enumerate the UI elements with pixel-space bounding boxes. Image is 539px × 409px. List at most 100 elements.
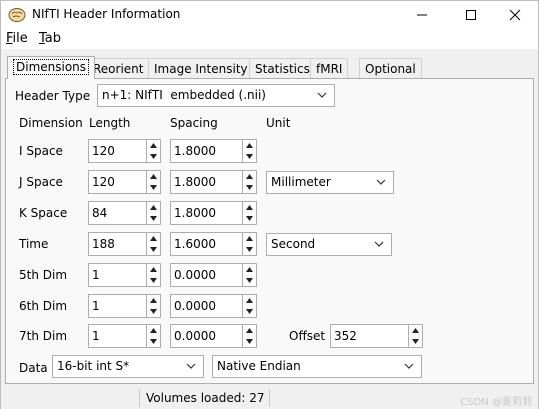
menu-tab[interactable]: Tab [39, 31, 61, 46]
length-spinbox[interactable]: 1 [88, 263, 161, 287]
close-button[interactable] [492, 1, 538, 29]
length-spin-buttons[interactable] [146, 294, 161, 318]
spin-down-icon[interactable] [147, 151, 160, 162]
spin-down-icon[interactable] [243, 182, 256, 193]
spin-down-icon[interactable] [243, 151, 256, 162]
spacing-field[interactable]: 1.6000 [170, 232, 243, 256]
spin-up-icon[interactable] [243, 325, 256, 336]
spacing-spinbox[interactable]: 0.0000 [170, 294, 257, 318]
spin-up-icon[interactable] [147, 171, 160, 182]
status-divider [139, 389, 140, 407]
spin-down-icon[interactable] [147, 336, 160, 347]
spacing-field[interactable]: 0.0000 [170, 294, 243, 318]
spin-down-icon[interactable] [243, 275, 256, 286]
length-column-header: Length [89, 116, 131, 130]
dimension-row-label: 7th Dim [19, 329, 68, 343]
offset-spinbox[interactable]: 352 [330, 324, 423, 348]
title-bar: NIfTI Header Information [1, 1, 538, 29]
spacing-spinbox[interactable]: 1.8000 [170, 139, 257, 163]
data-type-select[interactable]: 16-bit int S* [52, 355, 204, 378]
length-field[interactable]: 84 [88, 201, 147, 225]
spacing-field[interactable]: 0.0000 [170, 324, 243, 348]
length-field[interactable]: 188 [88, 232, 147, 256]
tab-fmri[interactable]: fMRI [310, 58, 349, 79]
length-spin-buttons[interactable] [146, 170, 161, 194]
spacing-spin-buttons[interactable] [242, 324, 257, 348]
length-spin-buttons[interactable] [146, 263, 161, 287]
length-spin-buttons[interactable] [146, 201, 161, 225]
spacing-spin-buttons[interactable] [242, 294, 257, 318]
spin-up-icon[interactable] [243, 295, 256, 306]
unit-select[interactable]: Millimeter [266, 171, 394, 194]
spacing-spinbox[interactable]: 0.0000 [170, 263, 257, 287]
tab-reorient[interactable]: Reorient [87, 58, 150, 79]
spin-up-icon[interactable] [147, 325, 160, 336]
spin-down-icon[interactable] [243, 306, 256, 317]
spin-up-icon[interactable] [147, 140, 160, 151]
spacing-spin-buttons[interactable] [242, 170, 257, 194]
length-spinbox[interactable]: 120 [88, 170, 161, 194]
length-field[interactable]: 120 [88, 139, 147, 163]
spin-up-icon[interactable] [243, 233, 256, 244]
tab-optional[interactable]: Optional [359, 58, 422, 79]
spacing-spin-buttons[interactable] [242, 232, 257, 256]
spin-up-icon[interactable] [243, 171, 256, 182]
spacing-field[interactable]: 0.0000 [170, 263, 243, 287]
spacing-field[interactable]: 1.8000 [170, 201, 243, 225]
spacing-spinbox[interactable]: 0.0000 [170, 324, 257, 348]
length-spinbox[interactable]: 188 [88, 232, 161, 256]
menu-file[interactable]: File [6, 31, 28, 46]
length-spinbox[interactable]: 84 [88, 201, 161, 225]
spin-up-icon[interactable] [243, 202, 256, 213]
endian-select[interactable]: Native Endian [212, 355, 422, 378]
spin-down-icon[interactable] [243, 244, 256, 255]
spin-down-icon[interactable] [147, 244, 160, 255]
spacing-field[interactable]: 1.8000 [170, 139, 243, 163]
spacing-field[interactable]: 1.8000 [170, 170, 243, 194]
spin-down-icon[interactable] [147, 182, 160, 193]
spin-down-icon[interactable] [147, 275, 160, 286]
offset-label: Offset [289, 329, 326, 343]
spin-up-icon[interactable] [147, 264, 160, 275]
spin-down-icon[interactable] [243, 213, 256, 224]
spin-up-icon[interactable] [243, 264, 256, 275]
spin-down-icon[interactable] [147, 213, 160, 224]
spacing-spin-buttons[interactable] [242, 263, 257, 287]
tab-statistics[interactable]: Statistics [249, 58, 316, 79]
offset-spin-buttons[interactable] [408, 324, 423, 348]
length-spinbox[interactable]: 120 [88, 139, 161, 163]
unit-select[interactable]: Second [266, 233, 392, 256]
length-spin-buttons[interactable] [146, 139, 161, 163]
spin-up-icon[interactable] [147, 233, 160, 244]
spin-down-icon[interactable] [409, 336, 422, 347]
spin-up-icon[interactable] [409, 325, 422, 336]
tab-image-intensity[interactable]: Image Intensity [148, 58, 254, 79]
chevron-down-icon [374, 241, 384, 247]
minimize-icon [417, 14, 427, 16]
length-spin-buttons[interactable] [146, 324, 161, 348]
length-field[interactable]: 1 [88, 324, 147, 348]
spin-up-icon[interactable] [147, 295, 160, 306]
spin-down-icon[interactable] [243, 336, 256, 347]
tab-dimensions[interactable]: Dimensions [7, 56, 96, 79]
spacing-spinbox[interactable]: 1.8000 [170, 201, 257, 225]
length-field[interactable]: 1 [88, 263, 147, 287]
spin-up-icon[interactable] [147, 202, 160, 213]
spin-down-icon[interactable] [147, 306, 160, 317]
offset-field[interactable]: 352 [330, 324, 409, 348]
spacing-spin-buttons[interactable] [242, 139, 257, 163]
length-field[interactable]: 120 [88, 170, 147, 194]
length-spinbox[interactable]: 1 [88, 324, 161, 348]
length-spin-buttons[interactable] [146, 232, 161, 256]
header-type-select[interactable]: n+1: NIfTI embedded (.nii) [97, 84, 335, 107]
tab-image-intensity-label: Image Intensity [154, 62, 248, 76]
minimize-button[interactable] [399, 1, 445, 29]
spin-up-icon[interactable] [243, 140, 256, 151]
maximize-button[interactable] [448, 1, 494, 29]
status-divider [269, 389, 270, 407]
spacing-spin-buttons[interactable] [242, 201, 257, 225]
spacing-spinbox[interactable]: 1.8000 [170, 170, 257, 194]
spacing-spinbox[interactable]: 1.6000 [170, 232, 257, 256]
length-field[interactable]: 1 [88, 294, 147, 318]
length-spinbox[interactable]: 1 [88, 294, 161, 318]
